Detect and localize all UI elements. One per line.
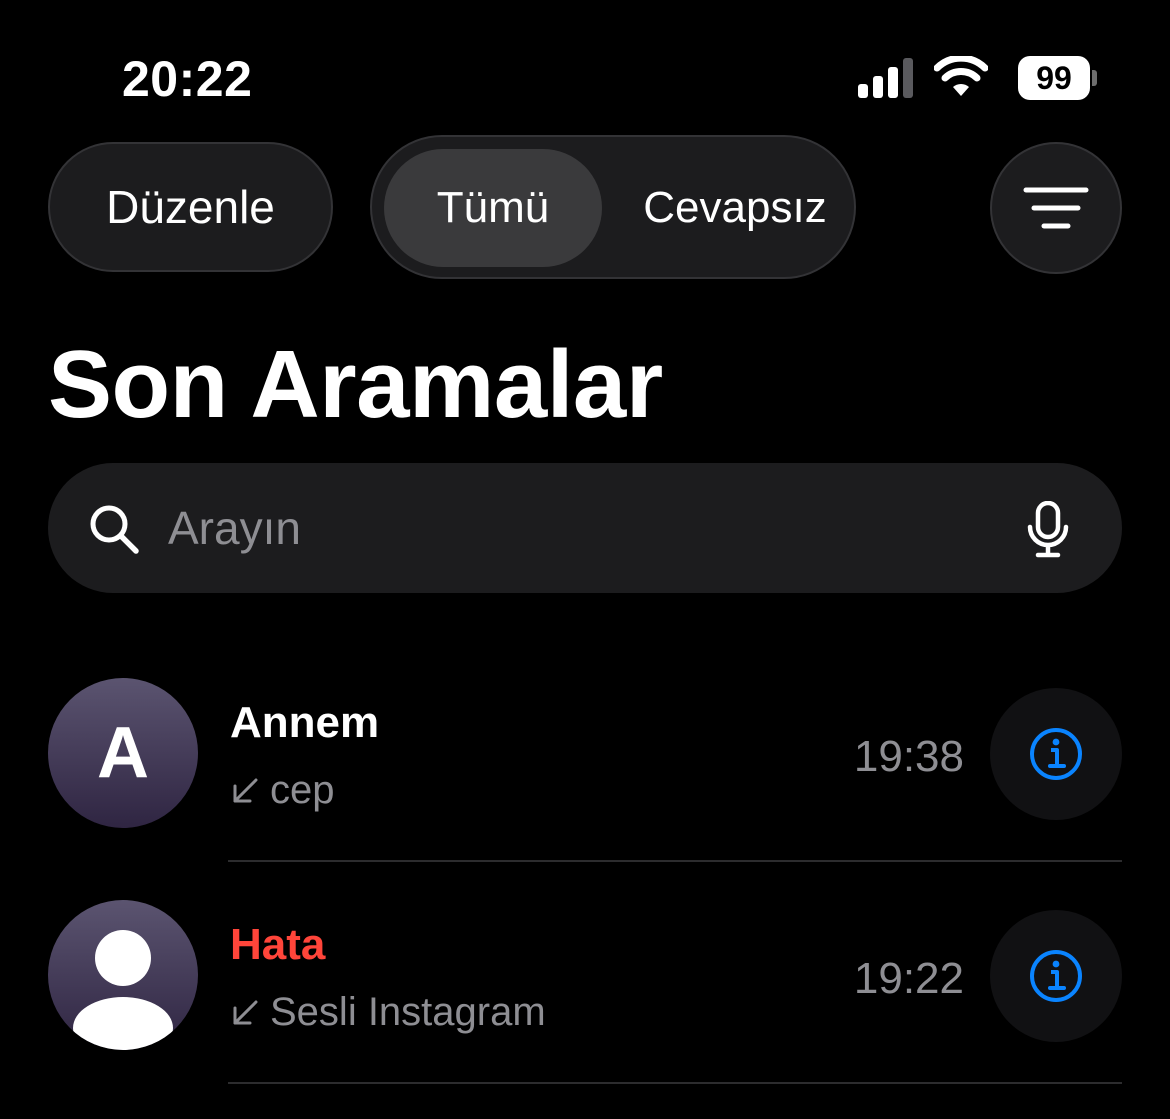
search-bar[interactable] (48, 463, 1122, 593)
segment-missed[interactable]: Cevapsız (622, 149, 848, 267)
filter-lines-icon (1023, 187, 1089, 229)
incoming-arrow-icon (233, 1000, 258, 1024)
call-row[interactable]: Hata Sesli Instagram 19:22 (0, 864, 1170, 1086)
call-time: 19:22 (853, 954, 964, 1003)
call-row[interactable]: A Annem cep 19:38 (0, 642, 1170, 864)
search-icon (90, 505, 139, 554)
mic-icon[interactable] (1026, 501, 1070, 559)
battery-tip (1092, 70, 1097, 86)
row-divider (228, 860, 1122, 862)
search-input[interactable] (168, 493, 968, 563)
call-type: Sesli Instagram (230, 990, 546, 1035)
signal-icon (858, 58, 913, 98)
incoming-arrow-icon (233, 778, 258, 802)
avatar: A (48, 678, 198, 828)
wifi-icon (934, 56, 988, 96)
call-time: 19:38 (853, 732, 964, 781)
battery-icon: 99 (1018, 56, 1097, 100)
call-type-label: cep (270, 768, 335, 812)
row-divider (228, 1082, 1122, 1084)
avatar (48, 900, 198, 1050)
filter-button[interactable] (990, 142, 1122, 274)
person-placeholder-icon (73, 930, 173, 1050)
contact-name: Annem (230, 698, 380, 747)
call-filter-segmented-control: Tümü Cevapsız (370, 135, 856, 279)
page-title: Son Aramalar (48, 331, 663, 438)
info-button[interactable] (990, 688, 1122, 820)
info-button[interactable] (990, 910, 1122, 1042)
info-icon (1030, 728, 1082, 780)
info-icon (1030, 950, 1082, 1002)
battery-level: 99 (1018, 56, 1090, 100)
call-type: cep (230, 768, 335, 813)
status-time: 20:22 (122, 51, 253, 107)
edit-button[interactable]: Düzenle (48, 142, 333, 272)
avatar-letter: A (97, 713, 149, 793)
recents-screen: 20:22 99 Düzenle Tümü Cevapsız Son Arama… (0, 0, 1170, 1119)
segment-all[interactable]: Tümü (384, 149, 602, 267)
contact-name: Hata (230, 920, 326, 969)
call-type-label: Sesli Instagram (270, 990, 546, 1034)
